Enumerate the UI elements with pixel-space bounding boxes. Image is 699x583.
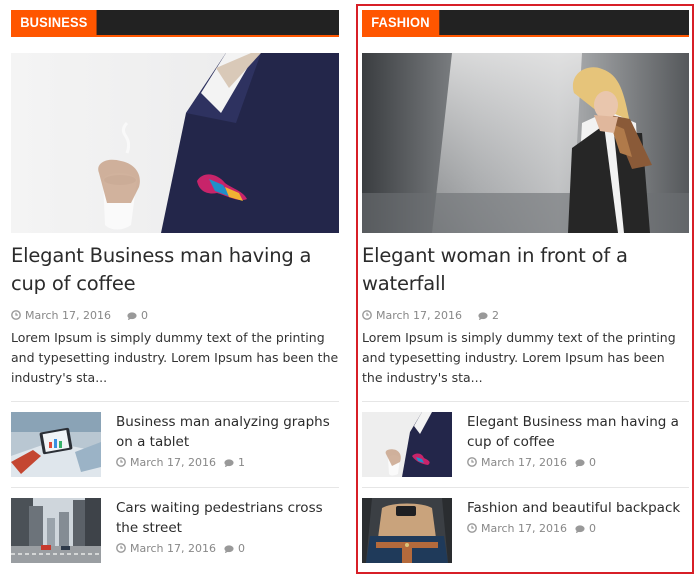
list-item-title[interactable]: Fashion and beautiful backpack	[467, 498, 689, 518]
list-item-comment-count[interactable]: 1	[238, 456, 245, 469]
featured-image-businessman[interactable]	[11, 53, 339, 233]
featured-article-meta: March 17, 2016 0	[11, 307, 148, 323]
comment-icon	[127, 310, 137, 320]
list-item-title[interactable]: Business man analyzing graphs on a table…	[116, 412, 339, 452]
list-item-title[interactable]: Elegant Business man having a cup of cof…	[467, 412, 689, 452]
list-item: Business man analyzing graphs on a table…	[11, 412, 339, 478]
list-item-date: March 17, 2016	[130, 541, 217, 555]
divider	[362, 487, 689, 488]
list-item-comment-count[interactable]: 0	[589, 522, 596, 535]
category-header-bar: FASHION	[362, 10, 689, 37]
thumbnail-businessman-coffee[interactable]	[362, 412, 452, 477]
comment-icon	[575, 457, 585, 467]
comment-icon	[224, 457, 234, 467]
thumbnail-backpack[interactable]	[362, 498, 452, 563]
thumbnail-tablet-graphs[interactable]	[11, 412, 101, 477]
clock-icon	[116, 543, 126, 553]
clock-icon	[116, 457, 126, 467]
featured-image-woman-waterfall[interactable]	[362, 53, 689, 233]
clock-icon	[11, 310, 21, 320]
list-item-title[interactable]: Cars waiting pedestrians cross the stree…	[116, 498, 339, 538]
list-item: Elegant Business man having a cup of cof…	[362, 412, 689, 478]
category-label-fashion[interactable]: FASHION	[362, 10, 439, 35]
featured-article-comment-count[interactable]: 2	[492, 309, 499, 322]
list-item-comment-count[interactable]: 0	[589, 456, 596, 469]
featured-article-meta: March 17, 2016 2	[362, 307, 499, 323]
comment-icon	[224, 543, 234, 553]
list-item-meta: March 17, 2016 0	[467, 520, 596, 536]
divider	[11, 487, 339, 488]
list-item-date: March 17, 2016	[481, 455, 568, 469]
divider	[11, 401, 339, 402]
divider	[362, 401, 689, 402]
list-item-date: March 17, 2016	[130, 455, 217, 469]
list-item-date: March 17, 2016	[481, 521, 568, 535]
featured-article-excerpt: Lorem Ipsum is simply dummy text of the …	[362, 330, 676, 385]
list-item-meta: March 17, 2016 0	[467, 454, 596, 470]
category-label-business[interactable]: BUSINESS	[11, 10, 97, 35]
category-header-bar: BUSINESS	[11, 10, 339, 37]
clock-icon	[467, 523, 477, 533]
list-item-meta: March 17, 2016 0	[116, 540, 245, 556]
featured-article-comment-count[interactable]: 0	[141, 309, 148, 322]
thumbnail-city-street[interactable]	[11, 498, 101, 563]
list-item-comment-count[interactable]: 0	[238, 542, 245, 555]
featured-article-excerpt: Lorem Ipsum is simply dummy text of the …	[11, 330, 339, 385]
list-item-meta: March 17, 2016 1	[116, 454, 245, 470]
featured-article-date: March 17, 2016	[376, 308, 463, 322]
clock-icon	[467, 457, 477, 467]
list-item: Cars waiting pedestrians cross the stree…	[11, 498, 339, 564]
comment-icon	[575, 523, 585, 533]
featured-article-title[interactable]: Elegant Business man having a cup of cof…	[11, 242, 339, 298]
list-item: Fashion and beautiful backpack March 17,…	[362, 498, 689, 564]
comment-icon	[478, 310, 488, 320]
clock-icon	[362, 310, 372, 320]
featured-article-title[interactable]: Elegant woman in front of a waterfall	[362, 242, 689, 298]
featured-article-date: March 17, 2016	[25, 308, 112, 322]
